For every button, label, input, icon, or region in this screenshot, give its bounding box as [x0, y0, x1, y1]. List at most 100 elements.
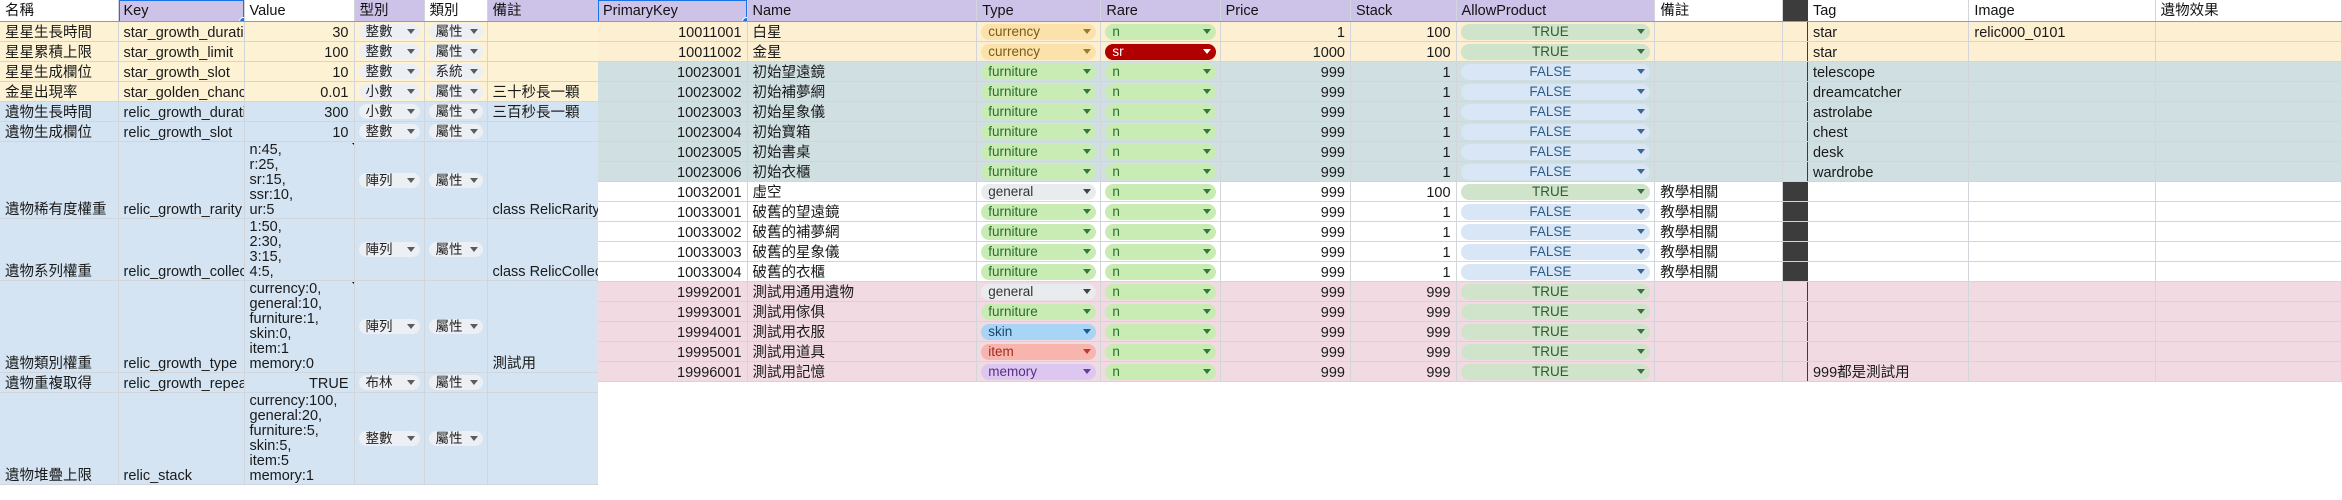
relic-rarity-cell[interactable]: n	[1100, 21, 1221, 42]
config-display-name[interactable]: 星星累積上限	[0, 41, 119, 62]
rarity-dropdown[interactable]: n	[1105, 363, 1216, 380]
relic-table-row[interactable]: 10023001 初始望遠鏡 furniture n 999 1 FALSE telescop…	[598, 61, 2342, 82]
right-col-header-0[interactable]: PrimaryKey	[598, 0, 748, 22]
relic-name[interactable]: 測試用通用遺物	[747, 281, 978, 302]
config-type-cell[interactable]: 陣列	[354, 218, 425, 281]
chevron-down-icon[interactable]	[469, 380, 478, 385]
relic-table-row[interactable]: 10033004 破舊的衣櫃 furniture n 999 1 FALSE 教學相關	[598, 261, 2342, 282]
relic-image[interactable]	[1968, 81, 2156, 102]
left-spreadsheet-pane[interactable]: 名稱 Key Value 型別 類別 備註 星星生長時間 star_growth_durati…	[0, 0, 598, 500]
relic-rarity-cell[interactable]: n	[1100, 61, 1221, 82]
chevron-down-icon[interactable]	[1202, 369, 1211, 374]
relic-stack[interactable]: 1	[1350, 141, 1457, 162]
allow-product-dropdown[interactable]: FALSE	[1460, 123, 1651, 140]
right-col-header-6[interactable]: AllowProduct	[1456, 0, 1656, 22]
config-value[interactable]: 1:50, 2:30, 3:15, 4:5,	[244, 218, 355, 281]
relic-allow-product-cell[interactable]: FALSE	[1456, 81, 1656, 102]
category-dropdown[interactable]: 屬性	[428, 431, 483, 446]
relic-stack[interactable]: 999	[1350, 361, 1457, 382]
category-dropdown[interactable]: 屬性	[428, 319, 483, 334]
config-category-cell[interactable]: 屬性	[424, 101, 488, 122]
relic-image[interactable]	[1968, 361, 2156, 382]
allow-product-dropdown[interactable]: FALSE	[1460, 103, 1651, 120]
left-col-header-3[interactable]: 型別	[354, 0, 425, 22]
relic-image[interactable]	[1968, 281, 2156, 302]
config-value[interactable]: currency:100, general:20, furniture:5, s…	[244, 392, 355, 485]
relic-tag[interactable]: star	[1807, 41, 1970, 62]
chevron-down-icon[interactable]	[1637, 329, 1646, 334]
relic-rarity-cell[interactable]: n	[1100, 101, 1221, 122]
allow-product-dropdown[interactable]: FALSE	[1460, 143, 1651, 160]
chevron-down-icon[interactable]	[1637, 29, 1646, 34]
relic-note[interactable]: 教學相關	[1654, 221, 1784, 242]
relic-stack[interactable]: 999	[1350, 301, 1457, 322]
chevron-down-icon[interactable]	[469, 109, 478, 114]
relic-tag[interactable]: star	[1807, 21, 1970, 42]
relic-tag[interactable]: telescope	[1807, 61, 1970, 82]
chevron-down-icon[interactable]	[1637, 369, 1646, 374]
left-table-row[interactable]: 遺物生長時間relic_growth_duration300 小數 屬性 三百秒長一顆	[0, 101, 598, 122]
config-value[interactable]: 10	[244, 61, 355, 82]
category-dropdown[interactable]: 屬性	[428, 44, 483, 59]
relic-rarity-cell[interactable]: n	[1100, 341, 1221, 362]
relic-price[interactable]: 999	[1220, 321, 1352, 342]
rarity-dropdown[interactable]: n	[1105, 303, 1216, 320]
relic-effect[interactable]	[2155, 201, 2342, 222]
relic-name[interactable]: 金星	[747, 41, 978, 62]
rarity-dropdown[interactable]: n	[1105, 23, 1216, 40]
chevron-down-icon[interactable]	[1083, 249, 1092, 254]
type-dropdown[interactable]: general	[981, 283, 1097, 300]
chevron-down-icon[interactable]	[406, 69, 415, 74]
relic-image[interactable]	[1968, 341, 2156, 362]
relic-name[interactable]: 白星	[747, 21, 978, 42]
rarity-dropdown[interactable]: n	[1105, 223, 1216, 240]
relic-tag[interactable]	[1807, 341, 1970, 362]
type-dropdown[interactable]: 整數	[358, 124, 420, 139]
config-key[interactable]: star_golden_chance	[118, 81, 245, 102]
allow-product-dropdown[interactable]: TRUE	[1460, 343, 1651, 360]
rarity-dropdown[interactable]: n	[1105, 263, 1216, 280]
relic-stack[interactable]: 100	[1350, 21, 1457, 42]
config-note[interactable]	[487, 61, 598, 82]
relic-table-row[interactable]: 10032001 虛空 general n 999 100 TRUE 教學相關	[598, 181, 2342, 202]
config-type-cell[interactable]: 陣列	[354, 280, 425, 373]
relic-price[interactable]: 999	[1220, 241, 1352, 262]
relic-stack[interactable]: 1	[1350, 81, 1457, 102]
relic-type-cell[interactable]: furniture	[976, 61, 1102, 82]
config-value[interactable]: 0.01	[244, 81, 355, 102]
relic-primary-key[interactable]: 19995001	[598, 341, 748, 362]
relic-allow-product-cell[interactable]: FALSE	[1456, 201, 1656, 222]
category-dropdown[interactable]: 屬性	[428, 124, 483, 139]
type-dropdown[interactable]: furniture	[981, 63, 1097, 80]
relic-primary-key[interactable]: 10033004	[598, 261, 748, 282]
left-table-row[interactable]: 金星出現率 star_golden_chance 0.01 小數 屬性 三十秒長一顆	[0, 81, 598, 102]
chevron-down-icon[interactable]	[1083, 129, 1092, 134]
type-dropdown[interactable]: furniture	[981, 303, 1097, 320]
chevron-down-icon[interactable]	[1083, 349, 1092, 354]
relic-stack[interactable]: 1	[1350, 221, 1457, 242]
relic-image[interactable]	[1968, 101, 2156, 122]
relic-image[interactable]	[1968, 261, 2156, 282]
config-value[interactable]: TRUE	[244, 372, 355, 393]
relic-image[interactable]	[1968, 121, 2156, 142]
relic-price[interactable]: 1	[1220, 21, 1352, 42]
type-dropdown[interactable]: 陣列	[358, 172, 420, 188]
chevron-down-icon[interactable]	[1083, 149, 1092, 154]
config-key[interactable]: relic_growth_rarity	[118, 141, 245, 219]
relic-price[interactable]: 999	[1220, 281, 1352, 302]
relic-primary-key[interactable]: 10023005	[598, 141, 748, 162]
config-value[interactable]: 10	[244, 121, 355, 142]
allow-product-dropdown[interactable]: TRUE	[1460, 323, 1651, 340]
relic-tag[interactable]	[1807, 221, 1970, 242]
chevron-down-icon[interactable]	[1202, 189, 1211, 194]
type-dropdown[interactable]: furniture	[981, 123, 1097, 140]
type-dropdown[interactable]: currency	[981, 23, 1097, 40]
relic-note[interactable]	[1654, 301, 1784, 322]
relic-allow-product-cell[interactable]: FALSE	[1456, 141, 1656, 162]
relic-type-cell[interactable]: skin	[976, 321, 1102, 342]
relic-stack[interactable]: 1	[1350, 61, 1457, 82]
relic-table-row[interactable]: 10033001 破舊的望遠鏡 furniture n 999 1 FALSE 教學相關	[598, 201, 2342, 222]
right-col-header-8[interactable]	[1782, 0, 1808, 22]
right-col-header-3[interactable]: Rare	[1100, 0, 1221, 22]
relic-allow-product-cell[interactable]: FALSE	[1456, 161, 1656, 182]
